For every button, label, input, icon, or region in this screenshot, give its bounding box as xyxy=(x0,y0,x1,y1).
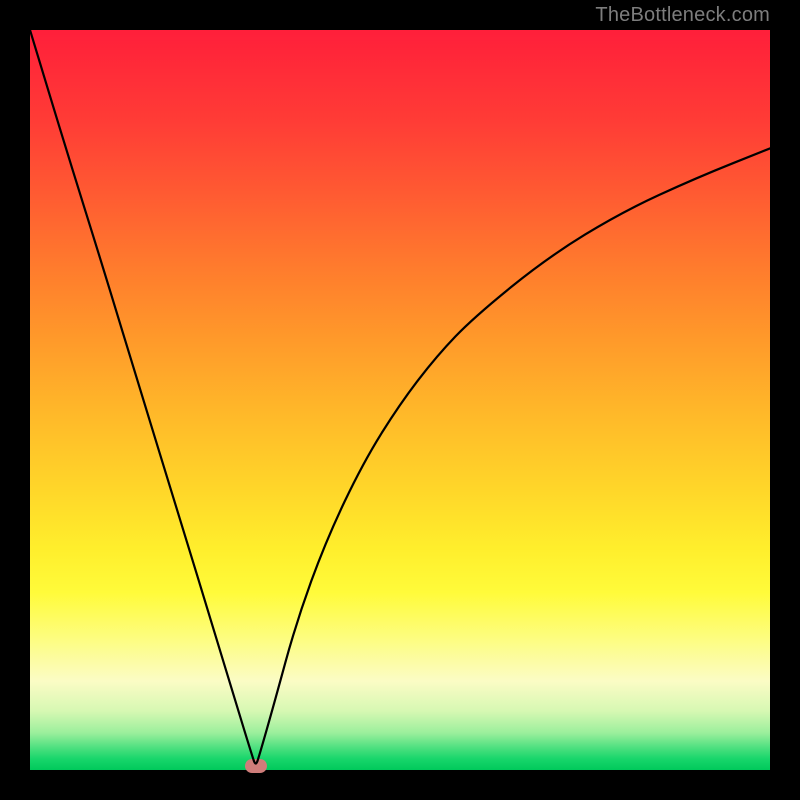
watermark-text: TheBottleneck.com xyxy=(595,0,770,30)
chart-frame: TheBottleneck.com xyxy=(0,0,800,800)
bottleneck-curve xyxy=(30,30,770,770)
curve-path xyxy=(30,30,770,764)
